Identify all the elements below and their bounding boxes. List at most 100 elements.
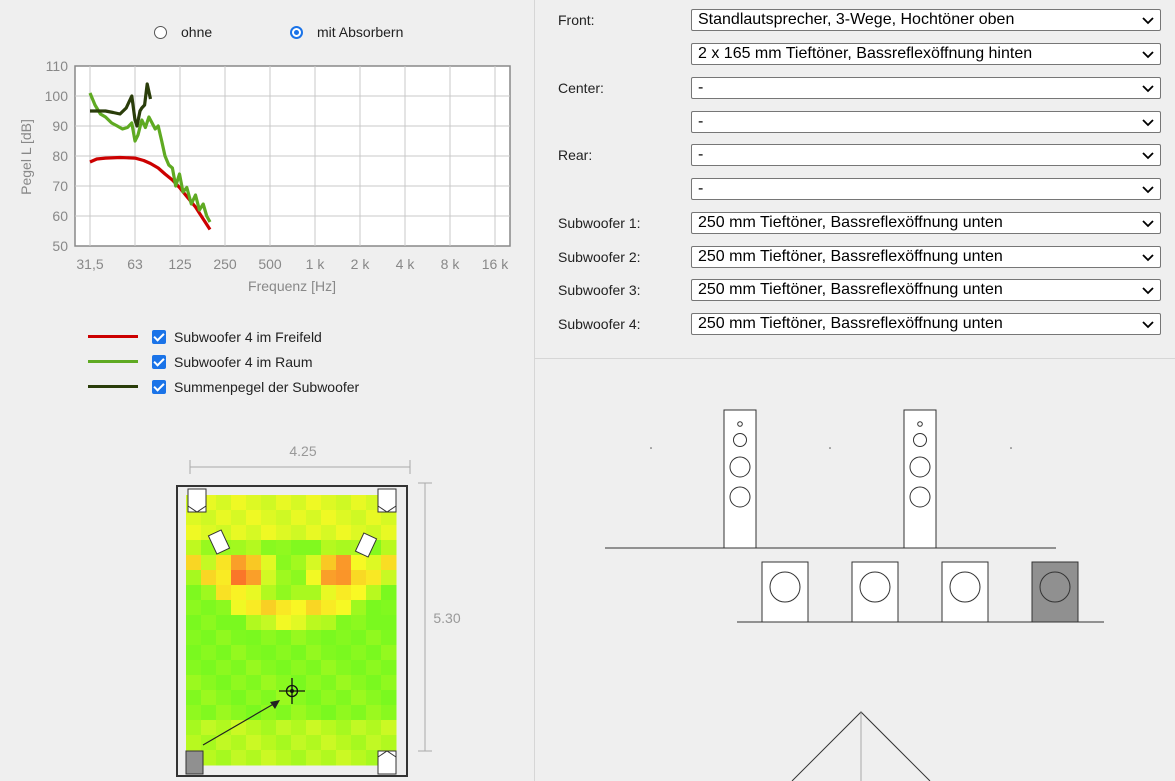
subwoofer-2-select[interactable]: 250 mm Tieftöner, Bassreflexöffnung unte… [691,246,1161,268]
heatmap-cell [201,690,217,706]
heatmap-cell [216,675,232,691]
subwoofer-1-label: Subwoofer 1: [558,215,641,231]
heatmap-cell [186,585,202,601]
legend-label-raum: Subwoofer 4 im Raum [174,353,313,370]
heatmap-cell [186,750,202,766]
heatmap-cell [351,555,367,571]
heatmap-cell [336,540,352,556]
heatmap-cell [336,585,352,601]
chart-legend: Subwoofer 4 im Freifeld Subwoofer 4 im R… [88,324,359,399]
center-select-2[interactable]: - [691,111,1161,133]
subwoofer-2-label: Subwoofer 2: [558,249,641,265]
heatmap-cell [306,645,322,661]
listener-arrow-head [270,700,280,709]
y-tick-label: 80 [52,148,68,164]
heatmap-cell [351,720,367,736]
heatmap-cell [351,690,367,706]
legend-line-summe [88,385,138,388]
heatmap-cell [321,615,337,631]
heatmap-cell [381,675,397,691]
front-left-tower-icon [723,409,757,549]
surround-left-speaker [207,529,231,555]
x-tick-label: 1 k [306,256,326,272]
heatmap-cell [231,600,247,616]
legend-checkbox-summe[interactable] [152,379,166,394]
rear-select-1-value: - [698,146,704,163]
heatmap-cell [381,630,397,646]
heatmap-cell [216,690,232,706]
subwoofer-4-marker [185,750,204,775]
heatmap-cell [231,705,247,721]
heatmap-cell [351,495,367,511]
heatmap-cell [276,510,292,526]
rear-select-2[interactable]: - [691,178,1161,200]
heatmap-cell [336,705,352,721]
legend-row-raum: Subwoofer 4 im Raum [88,349,359,374]
heatmap-cell [216,555,232,571]
chevron-down-icon [1142,186,1154,194]
heatmap-cell [231,735,247,751]
heatmap-cell [231,645,247,661]
heatmap-cell [366,525,382,541]
rear-select-1[interactable]: - [691,144,1161,166]
heatmap-cell [186,705,202,721]
heatmap-cell [306,735,322,751]
heatmap-cell [276,735,292,751]
heatmap-cell [336,570,352,586]
heatmap-cell [306,675,322,691]
front-select-1[interactable]: Standlautsprecher, 3-Wege, Hochtöner obe… [691,9,1161,31]
heatmap-cell [186,720,202,736]
center-select-1[interactable]: - [691,77,1161,99]
heatmap-cell [336,510,352,526]
heatmap-cell [321,645,337,661]
heatmap-cell [381,645,397,661]
legend-checkbox-freifeld[interactable] [152,329,166,344]
legend-label-freifeld: Subwoofer 4 im Freifeld [174,328,322,345]
heatmap-cell [276,660,292,676]
heatmap-cell [276,585,292,601]
heatmap-cell [381,570,397,586]
heatmap-cell [366,615,382,631]
subwoofer-3-select-value: 250 mm Tieftöner, Bassreflexöffnung unte… [698,281,1003,298]
heatmap-cell [351,510,367,526]
heatmap-cell [381,600,397,616]
heatmap-cell [291,525,307,541]
heatmap-cell [291,585,307,601]
heatmap-cell [306,660,322,676]
heatmap-cell [276,720,292,736]
front-label: Front: [558,12,595,28]
heatmap-cell [201,585,217,601]
rear-right-speaker [377,750,397,775]
heatmap-cell [321,555,337,571]
heatmap-cell [366,585,382,601]
heatmap-cell [381,525,397,541]
heatmap-cell [306,510,322,526]
heatmap-cell [336,675,352,691]
front-select-2[interactable]: 2 x 165 mm Tieftöner, Bassreflexöffnung … [691,43,1161,65]
chevron-down-icon [1142,220,1154,228]
heatmap-cells [186,495,397,766]
heatmap-cell [321,495,337,511]
x-tick-label: 500 [258,256,282,272]
subwoofer-4-select[interactable]: 250 mm Tieftöner, Bassreflexöffnung unte… [691,313,1161,335]
y-tick-label: 100 [45,88,69,104]
heatmap-cell [381,690,397,706]
chevron-down-icon [1142,321,1154,329]
heatmap-cell [261,540,277,556]
subwoofer-1-select[interactable]: 250 mm Tieftöner, Bassreflexöffnung unte… [691,212,1161,234]
heatmap-cell [216,735,232,751]
chart-x-ticks: 31,5 63 125 250 500 1 k 2 k 4 k 8 k 16 k [76,256,509,272]
heatmap-cell [216,750,232,766]
subwoofer-3-select[interactable]: 250 mm Tieftöner, Bassreflexöffnung unte… [691,279,1161,301]
heatmap-cell [246,615,262,631]
heatmap-cell [231,675,247,691]
heatmap-cell [231,615,247,631]
heatmap-cell [261,660,277,676]
heatmap-cell [321,705,337,721]
heatmap-cell [291,600,307,616]
heatmap-cell [246,570,262,586]
heatmap-cell [336,735,352,751]
heatmap-cell [246,510,262,526]
heatmap-cell [186,660,202,676]
legend-checkbox-raum[interactable] [152,354,166,369]
